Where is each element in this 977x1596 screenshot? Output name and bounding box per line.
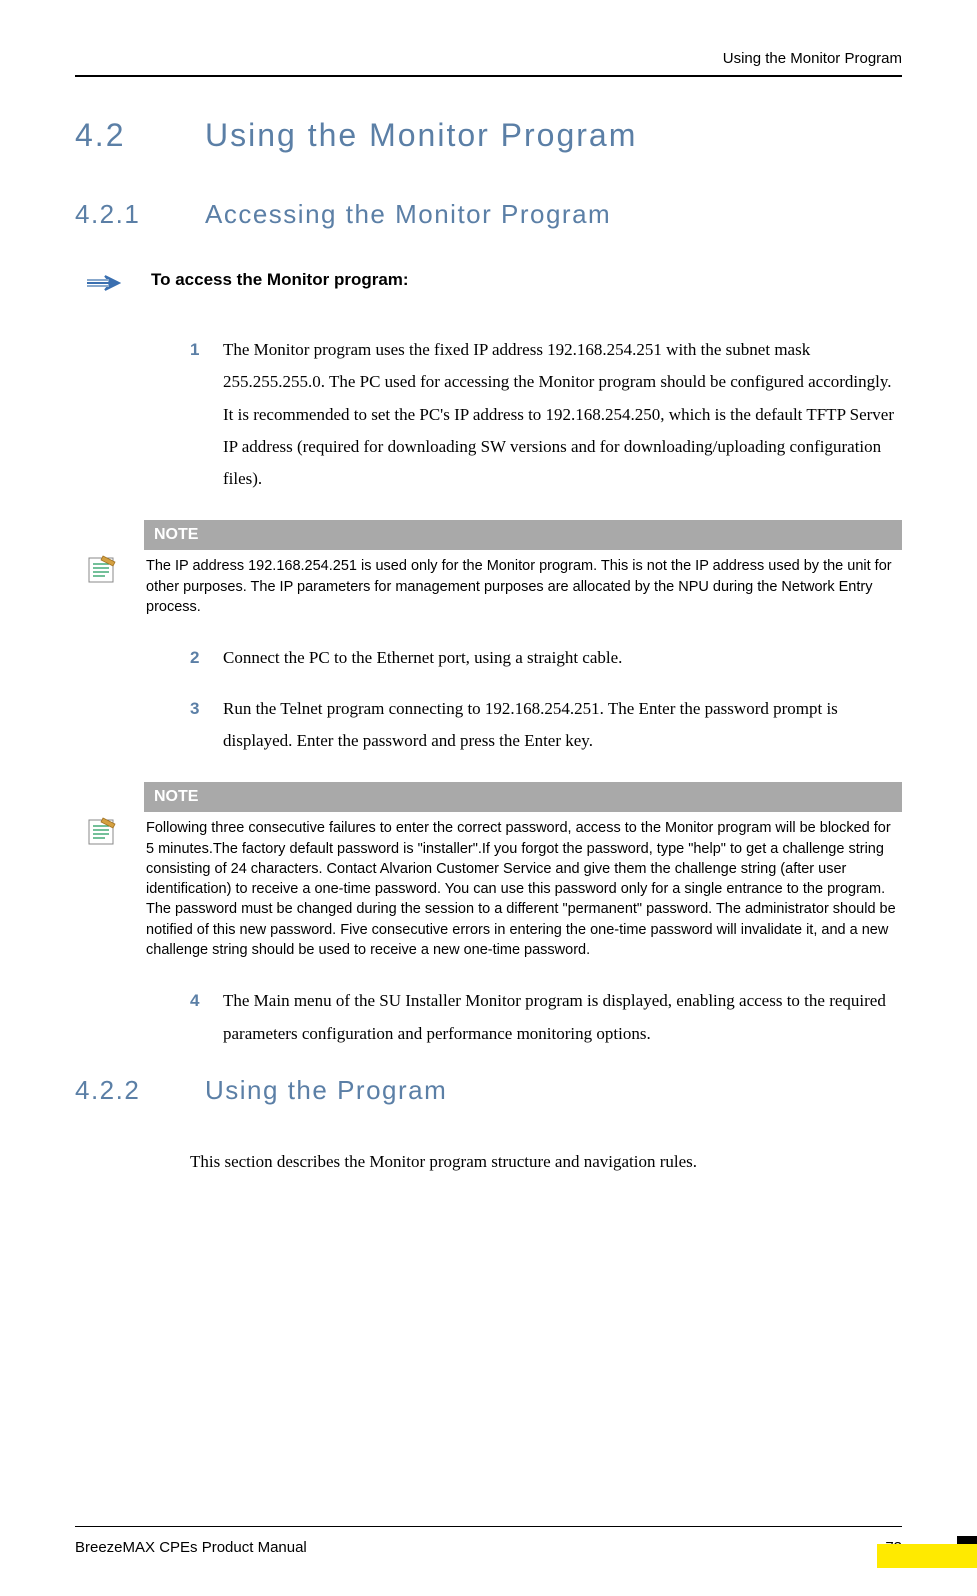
step-text: The Monitor program uses the fixed IP ad…: [223, 334, 902, 495]
step-number: 4: [190, 985, 208, 1050]
step-number: 1: [190, 334, 208, 495]
subsection-title: Using the Program: [205, 1075, 447, 1106]
note-block-2: NOTE Following three consecutive failure…: [75, 782, 902, 960]
subsection-number: 4.2.2: [75, 1075, 165, 1106]
note-content: NOTE Following three consecutive failure…: [144, 782, 902, 960]
note-label: NOTE: [144, 520, 902, 550]
subsection-heading-4-2-1: 4.2.1 Accessing the Monitor Program: [75, 199, 902, 230]
procedure-list-cont2: 4 The Main menu of the SU Installer Moni…: [75, 985, 902, 1050]
subsection-title: Accessing the Monitor Program: [205, 199, 611, 230]
note-body: Following three consecutive failures to …: [144, 812, 902, 960]
procedure-list-cont: 2 Connect the PC to the Ethernet port, u…: [75, 642, 902, 757]
subsection-number: 4.2.1: [75, 199, 165, 230]
section-number: 4.2: [75, 117, 165, 154]
step-2: 2 Connect the PC to the Ethernet port, u…: [190, 642, 902, 674]
step-1: 1 The Monitor program uses the fixed IP …: [190, 334, 902, 495]
note-body: The IP address 192.168.254.251 is used o…: [144, 550, 902, 617]
note-icon: [85, 552, 119, 591]
step-number: 3: [190, 693, 208, 758]
step-text: The Main menu of the SU Installer Monito…: [223, 985, 902, 1050]
step-3: 3 Run the Telnet program connecting to 1…: [190, 693, 902, 758]
body-paragraph: This section describes the Monitor progr…: [75, 1146, 902, 1178]
step-text: Run the Telnet program connecting to 192…: [223, 693, 902, 758]
step-text: Connect the PC to the Ethernet port, usi…: [223, 642, 622, 674]
step-4: 4 The Main menu of the SU Installer Moni…: [190, 985, 902, 1050]
note-label: NOTE: [144, 782, 902, 812]
page-footer: BreezeMAX CPEs Product Manual 73: [75, 1526, 902, 1556]
note-block-1: NOTE The IP address 192.168.254.251 is u…: [75, 520, 902, 617]
access-intro-row: To access the Monitor program:: [75, 270, 902, 299]
note-icon: [85, 814, 119, 853]
running-header: Using the Monitor Program: [75, 50, 902, 77]
step-number: 2: [190, 642, 208, 674]
procedure-list: 1 The Monitor program uses the fixed IP …: [75, 334, 902, 495]
note-content: NOTE The IP address 192.168.254.251 is u…: [144, 520, 902, 617]
subsection-heading-4-2-2: 4.2.2 Using the Program: [75, 1075, 902, 1106]
arrow-icon: [85, 272, 121, 299]
footer-accent-graphic: [877, 1544, 977, 1568]
footer-doc-title: BreezeMAX CPEs Product Manual: [75, 1539, 307, 1556]
running-title: Using the Monitor Program: [723, 50, 902, 67]
section-heading-4-2: 4.2 Using the Monitor Program: [75, 117, 902, 154]
access-intro-text: To access the Monitor program:: [151, 270, 409, 290]
section-title: Using the Monitor Program: [205, 117, 637, 154]
